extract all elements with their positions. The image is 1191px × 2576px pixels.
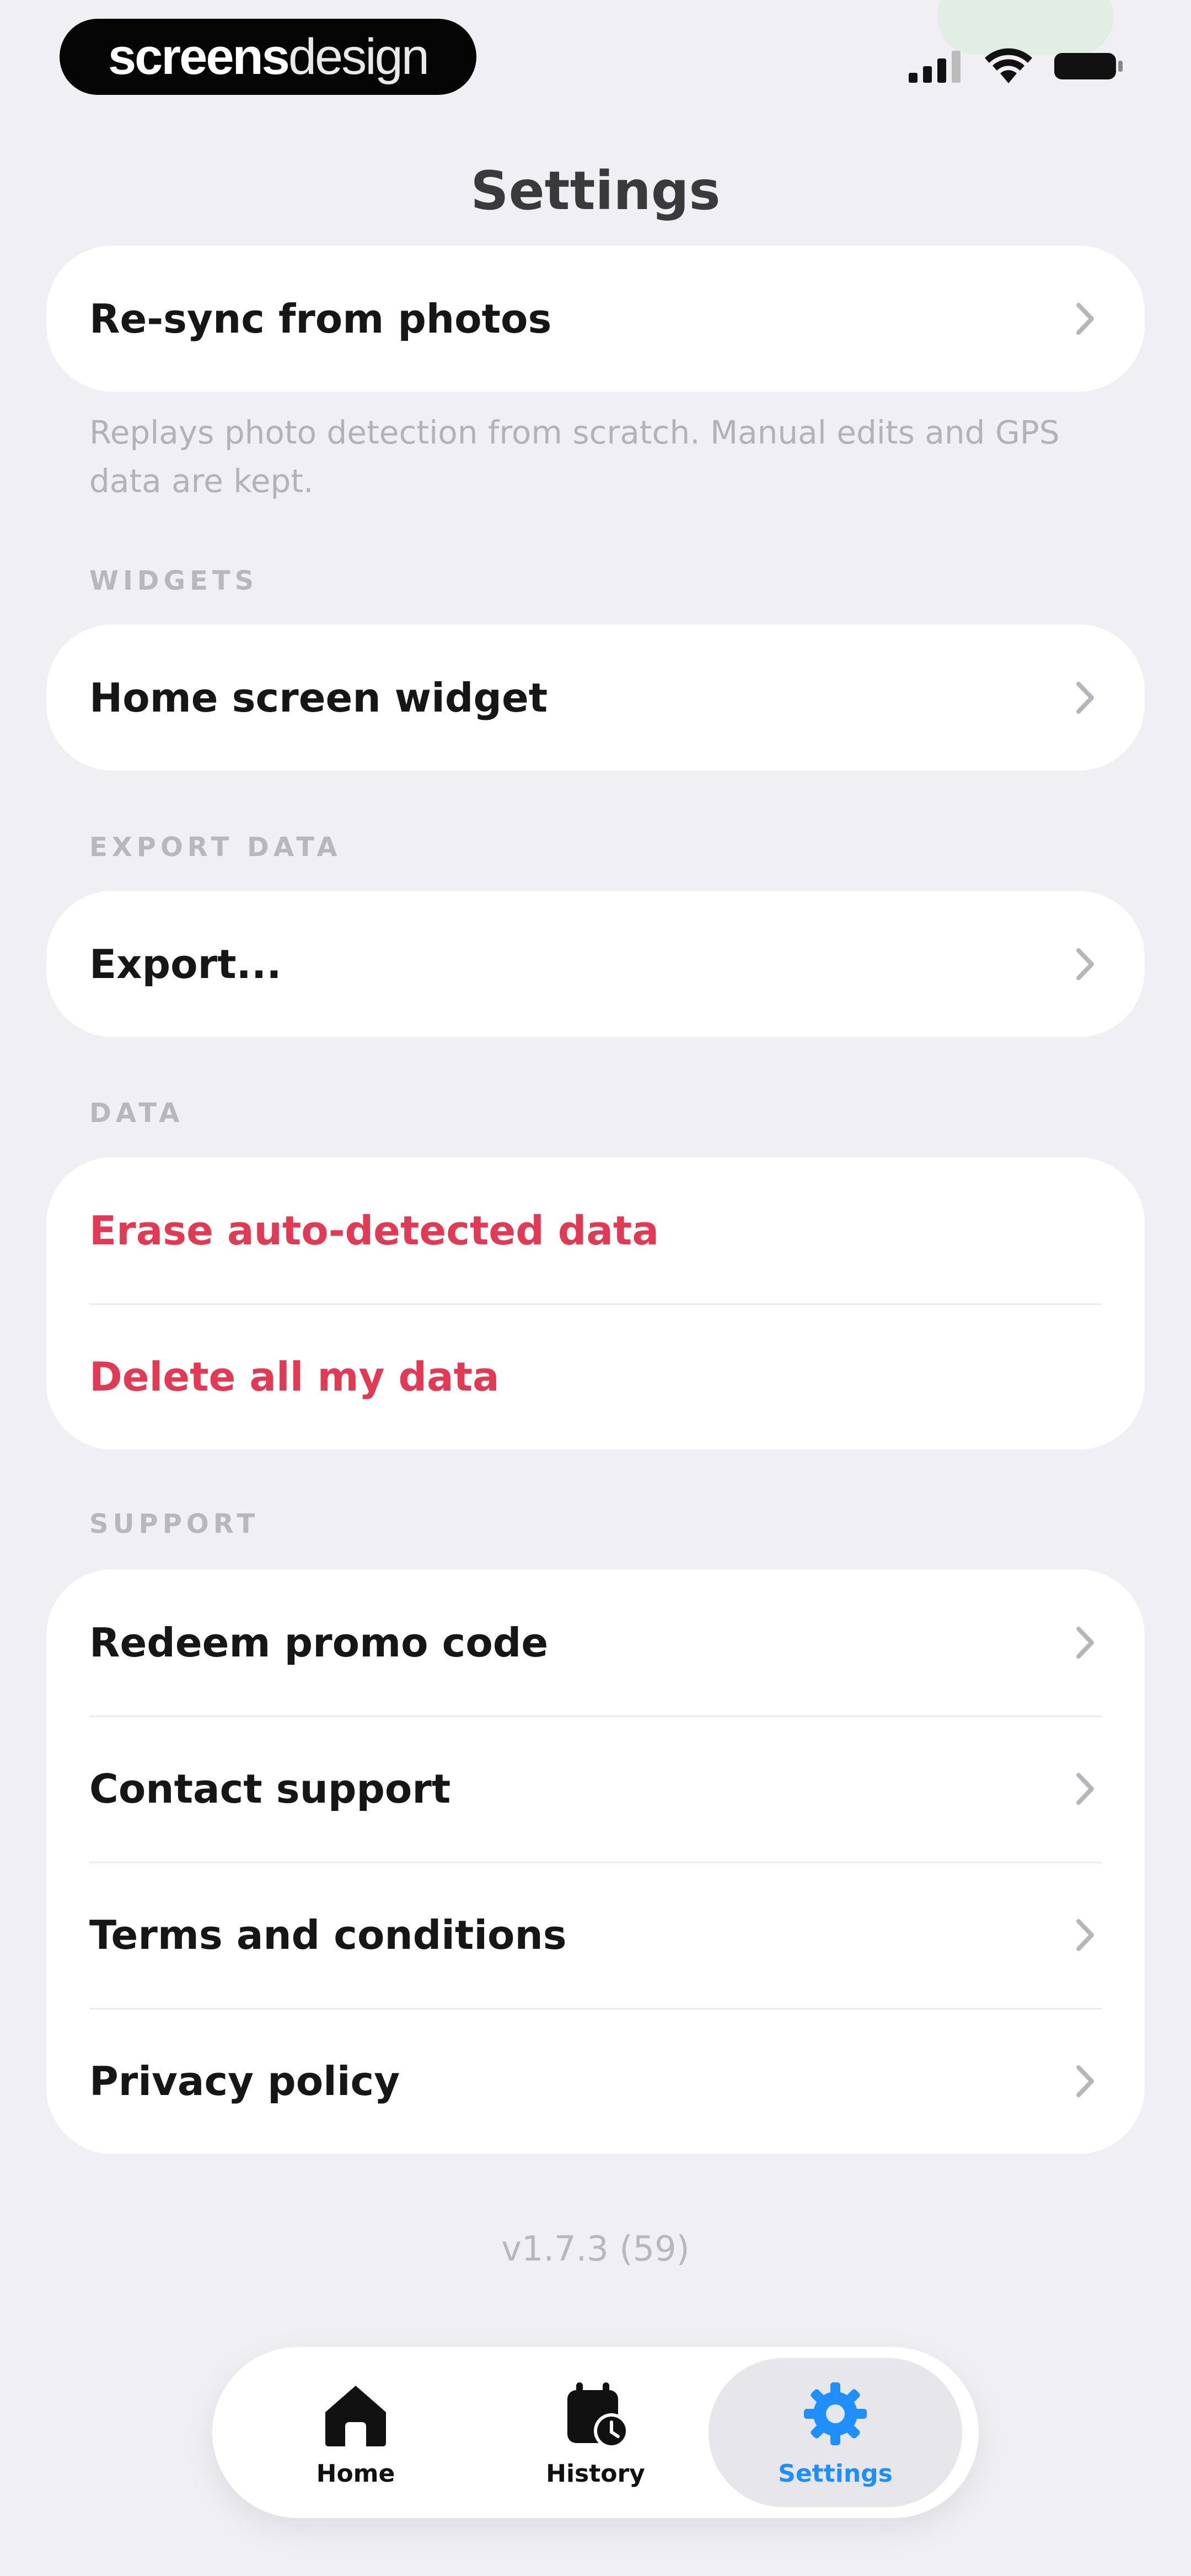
home-icon [325,2385,386,2446]
calendar-clock-icon [567,2382,629,2449]
chevron-right-icon [1076,1772,1094,1805]
home-screen-widget-row[interactable]: Home screen widget [46,624,1145,771]
status-icons [909,44,1125,88]
tab-home[interactable]: Home [229,2358,482,2507]
tab-label: History [546,2459,645,2488]
chevron-right-icon [1076,681,1094,714]
erase-auto-detected-data-row[interactable]: Erase auto-detected data [46,1157,1145,1303]
wifi-icon [985,48,1032,83]
chevron-right-icon [1076,2065,1094,2097]
section-header-data: DATA [89,1098,184,1129]
status-bar: screens design [0,0,1191,121]
support-card: Redeem promo code Contact support Terms … [46,1569,1145,2154]
row-label: Export... [89,940,282,987]
row-label: Erase auto-detected data [89,1207,659,1254]
redeem-promo-code-row[interactable]: Redeem promo code [46,1569,1145,1715]
tab-settings[interactable]: Settings [709,2358,962,2507]
privacy-policy-row[interactable]: Privacy policy [46,2008,1145,2154]
section-header-widgets: WIDGETS [89,565,259,596]
tab-history[interactable]: History [469,2358,722,2507]
resync-card: Re-sync from photos [46,245,1145,392]
tab-label: Home [316,2459,395,2488]
terms-and-conditions-row[interactable]: Terms and conditions [46,1862,1145,2008]
chevron-right-icon [1076,1626,1094,1659]
section-header-support: SUPPORT [89,1509,260,1540]
page-title: Settings [470,160,721,222]
chevron-right-icon [1076,302,1094,335]
brand-logo-light: design [288,28,430,85]
cellular-signal-icon [909,51,961,83]
row-label: Privacy policy [89,2057,400,2104]
row-label: Delete all my data [89,1353,500,1400]
row-label: Terms and conditions [89,1911,567,1958]
app-version: v1.7.3 (59) [501,2228,690,2269]
resync-from-photos-row[interactable]: Re-sync from photos [46,245,1145,392]
export-row[interactable]: Export... [46,891,1145,1037]
resync-hint: Replays photo detection from scratch. Ma… [89,414,1060,500]
export-card: Export... [46,891,1145,1037]
tab-label: Settings [778,2459,893,2488]
section-header-export: EXPORT DATA [89,832,342,863]
tab-bar: Home History Settings [212,2347,979,2518]
battery-icon [1054,53,1123,79]
delete-all-my-data-row[interactable]: Delete all my data [46,1303,1145,1450]
chevron-right-icon [1076,948,1094,980]
chevron-right-icon [1076,1918,1094,1951]
gear-icon [804,2382,867,2445]
brand-logo: screens design [60,19,476,95]
resync-label: Re-sync from photos [89,295,552,342]
row-label: Redeem promo code [89,1619,549,1666]
widgets-card: Home screen widget [46,624,1145,771]
data-card: Erase auto-detected data Delete all my d… [46,1157,1145,1450]
row-label: Contact support [89,1765,451,1812]
brand-logo-bold: screens [108,28,290,85]
contact-support-row[interactable]: Contact support [46,1715,1145,1862]
row-label: Home screen widget [89,674,548,721]
